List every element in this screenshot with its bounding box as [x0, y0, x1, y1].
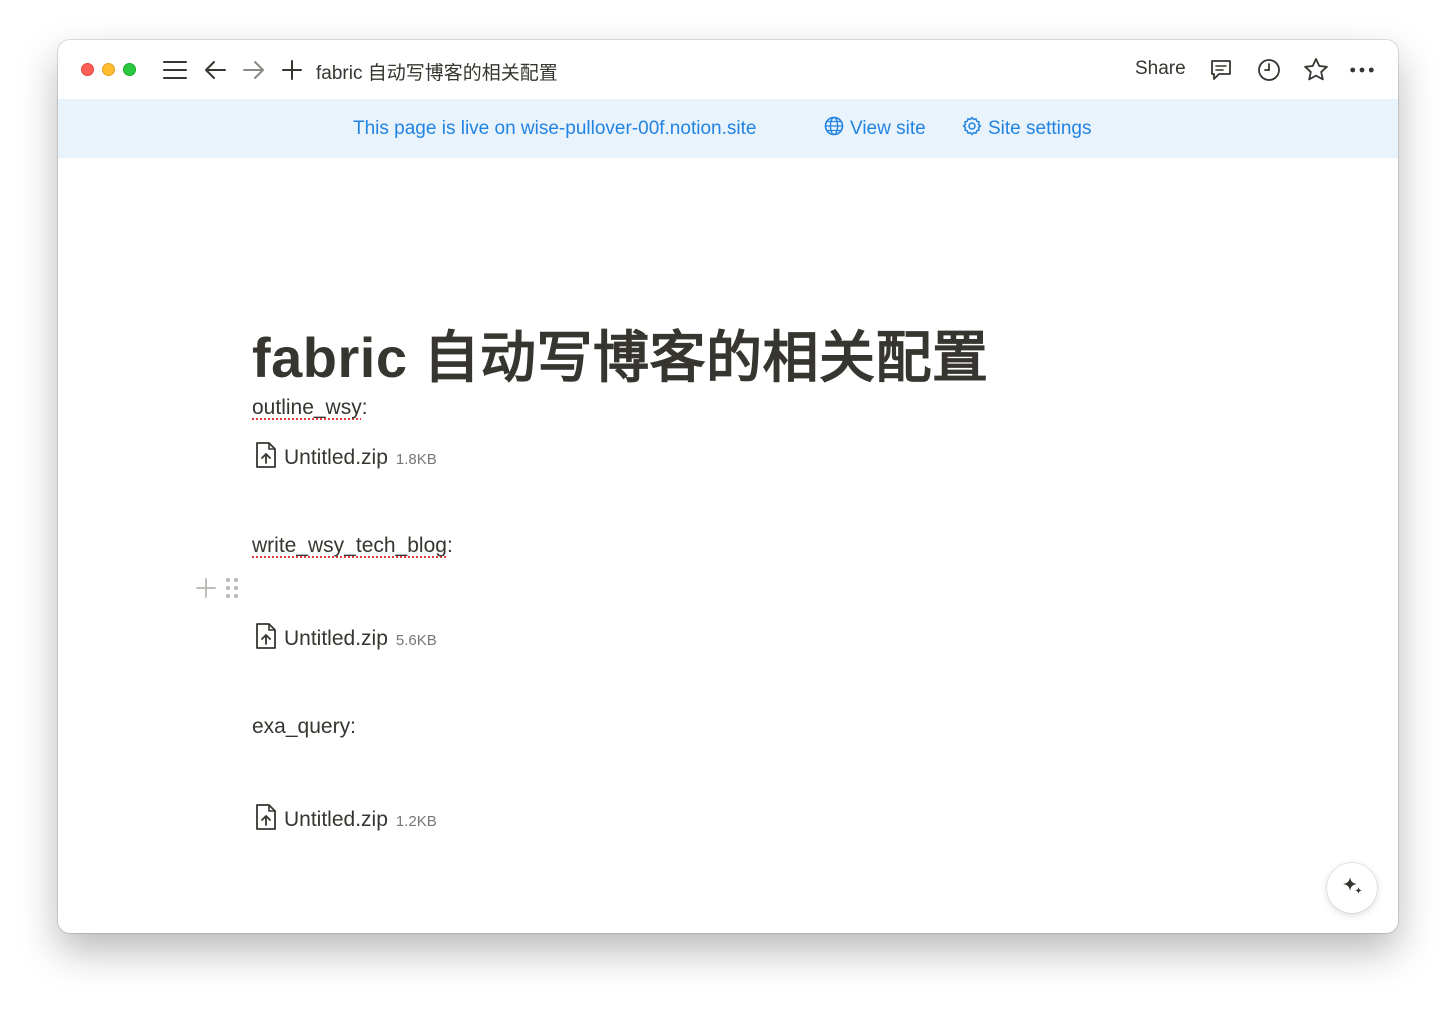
text-block[interactable]: outline_wsy: [252, 396, 368, 420]
file-size: 1.8KB [395, 450, 437, 468]
block-text-suffix: : [350, 715, 356, 738]
add-block-icon[interactable] [195, 577, 217, 604]
app-window: fabric 自动写博客的相关配置 Share This page is liv… [58, 40, 1398, 933]
file-upload-icon [254, 441, 278, 474]
plus-icon[interactable] [279, 57, 305, 83]
block-text-name: outline_wsy [252, 396, 362, 419]
file-name: Untitled.zip [284, 807, 388, 831]
view-site-label: View site [850, 118, 926, 139]
page-breadcrumb-title[interactable]: fabric 自动写博客的相关配置 [316, 58, 558, 85]
window-controls [81, 63, 136, 76]
file-size: 5.6KB [395, 631, 437, 649]
ai-assistant-button[interactable] [1327, 863, 1377, 913]
file-name: Untitled.zip [284, 626, 388, 650]
file-upload-icon [254, 622, 278, 655]
file-attachment[interactable]: Untitled.zip 5.6KB [254, 622, 437, 655]
text-block[interactable]: exa_query: [252, 715, 356, 739]
file-size: 1.2KB [395, 812, 437, 830]
text-block[interactable]: write_wsy_tech_blog: [252, 534, 453, 558]
share-button[interactable]: Share [1135, 58, 1186, 80]
comment-icon[interactable] [1208, 57, 1234, 83]
history-icon[interactable] [1256, 57, 1282, 83]
menu-icon[interactable] [162, 57, 188, 83]
globe-icon [824, 116, 844, 142]
back-arrow-icon[interactable] [202, 57, 228, 83]
gear-icon [962, 116, 982, 142]
sparkle-icon [1340, 874, 1364, 903]
page-title[interactable]: fabric 自动写博客的相关配置 [252, 313, 989, 394]
banner-live-text[interactable]: This page is live on wise-pullover-00f.n… [353, 118, 756, 140]
block-text-name: exa_query [252, 715, 351, 738]
close-window-button[interactable] [81, 63, 94, 76]
view-site-link[interactable]: View site [824, 116, 926, 142]
minimize-window-button[interactable] [102, 63, 115, 76]
star-icon[interactable] [1303, 57, 1329, 83]
more-icon[interactable] [1349, 57, 1375, 83]
block-controls [195, 577, 239, 604]
zoom-window-button[interactable] [123, 63, 136, 76]
block-text-suffix: : [446, 534, 453, 557]
site-settings-link[interactable]: Site settings [962, 116, 1092, 142]
file-upload-icon [254, 803, 278, 836]
site-settings-label: Site settings [988, 118, 1092, 139]
block-text-name: write_wsy_tech_blog [252, 534, 447, 557]
title-bar: fabric 自动写博客的相关配置 Share [58, 40, 1398, 99]
file-attachment[interactable]: Untitled.zip 1.2KB [254, 803, 437, 836]
block-text-suffix: : [361, 396, 368, 419]
file-name: Untitled.zip [284, 445, 388, 469]
drag-handle-icon[interactable] [225, 577, 239, 604]
published-banner: This page is live on wise-pullover-00f.n… [58, 99, 1398, 158]
file-attachment[interactable]: Untitled.zip 1.8KB [254, 441, 437, 474]
forward-arrow-icon[interactable] [241, 57, 267, 83]
